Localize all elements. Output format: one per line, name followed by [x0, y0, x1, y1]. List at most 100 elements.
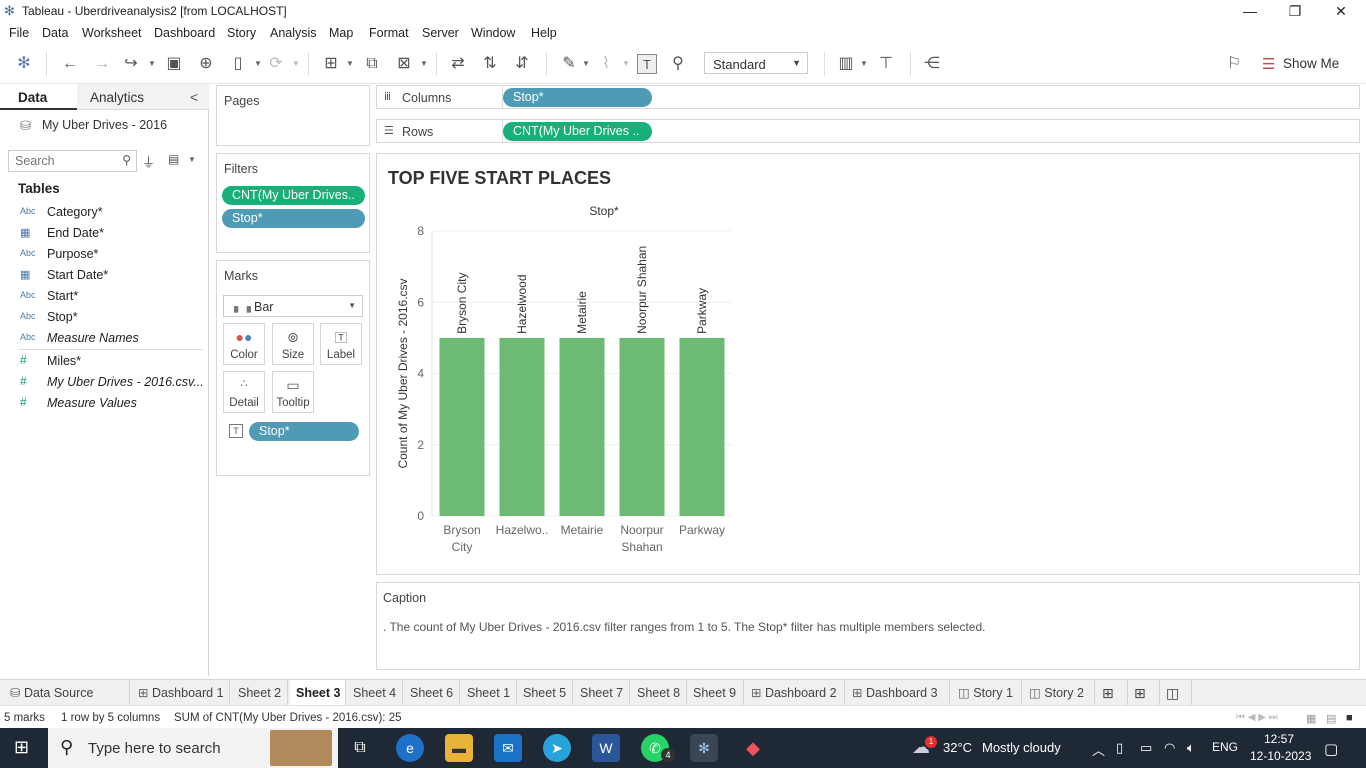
tab-sheet-5[interactable]: Sheet 5	[517, 680, 573, 706]
edge-icon[interactable]: e	[396, 734, 424, 762]
pin-icon[interactable]: ⚐	[1224, 54, 1244, 74]
redo-icon[interactable]: →	[92, 54, 112, 74]
group-members-icon[interactable]: ⌇	[596, 54, 616, 74]
tab-dashboard-1[interactable]: ⊞ Dashboard 1	[132, 680, 230, 706]
tooltip-button[interactable]: ▭ Tooltip	[272, 371, 314, 413]
tab-sheet-4[interactable]: Sheet 4	[347, 680, 403, 706]
menu-format[interactable]: Format	[369, 26, 409, 40]
field-end-date[interactable]: ▦ End Date*	[0, 223, 205, 243]
filter-pill-stop[interactable]: Stop*	[222, 209, 365, 228]
taskbar-search[interactable]: ⚲ Type here to search	[48, 728, 338, 768]
tab-story-1[interactable]: ◫ Story 1	[952, 680, 1022, 706]
windows-start-icon[interactable]: ⊞	[14, 737, 29, 758]
tabs-view-icon[interactable]: ■	[1346, 712, 1353, 724]
tab-story-2[interactable]: ◫ Story 2	[1023, 680, 1095, 706]
volume-icon[interactable]: 🔈︎	[1187, 740, 1195, 756]
language-indicator[interactable]: ENG	[1212, 740, 1238, 754]
field-purpose[interactable]: Abc Purpose*	[0, 244, 205, 264]
close-window-button[interactable]: ✕	[1318, 0, 1364, 22]
menu-analysis[interactable]: Analysis	[270, 26, 317, 40]
collapse-pane-icon[interactable]: <	[190, 89, 198, 105]
sort-ascending-icon[interactable]: ⇅	[480, 54, 500, 74]
fix-axes-icon[interactable]: ⚲	[668, 54, 688, 74]
menu-story[interactable]: Story	[227, 26, 256, 40]
menu-server[interactable]: Server	[422, 26, 459, 40]
tab-data[interactable]: Data	[0, 84, 77, 110]
show-cards-icon[interactable]: ▥	[836, 54, 856, 74]
new-story-tab-icon[interactable]: ◫	[1160, 680, 1192, 706]
chevron-down-icon[interactable]: ▼	[346, 59, 354, 68]
meet-now-icon[interactable]: ▯	[1116, 740, 1123, 756]
undo-icon[interactable]: ←	[60, 54, 80, 74]
chevron-down-icon[interactable]: ▼	[292, 59, 300, 68]
menu-dashboard[interactable]: Dashboard	[154, 26, 215, 40]
filmstrip-icon[interactable]: ▤	[1326, 712, 1336, 725]
tab-sheet-2[interactable]: Sheet 2	[232, 680, 288, 706]
rows-pill-count[interactable]: CNT(My Uber Drives ..	[503, 122, 652, 141]
tab-sheet-1[interactable]: Sheet 1	[461, 680, 517, 706]
new-datasource-icon[interactable]: ⊕	[196, 54, 216, 74]
fit-select[interactable]: Standard ▼	[704, 52, 808, 74]
tab-sheet-9[interactable]: Sheet 9	[687, 680, 744, 706]
refresh-icon[interactable]: ⟳	[266, 54, 286, 74]
clock-time[interactable]: 12:57	[1264, 732, 1294, 746]
weather-text[interactable]: Mostly cloudy	[982, 740, 1061, 755]
weather-temp[interactable]: 32°C	[943, 740, 972, 755]
pause-updates-icon[interactable]: ▯	[228, 54, 248, 74]
battery-icon[interactable]: ▭	[1140, 740, 1152, 756]
pages-card[interactable]: Pages	[216, 85, 370, 146]
chevron-down-icon[interactable]: ▼	[582, 59, 590, 68]
mark-type-select[interactable]: ▖▗ Bar ▼	[223, 295, 363, 317]
chevron-down-icon[interactable]: ▼	[622, 59, 630, 68]
columns-pill-stop[interactable]: Stop*	[503, 88, 652, 107]
menu-file[interactable]: File	[9, 26, 29, 40]
duplicate-sheet-icon[interactable]: ⧉	[362, 54, 382, 74]
share-icon[interactable]: ⋲	[922, 54, 942, 74]
field-start[interactable]: Abc Start*	[0, 286, 205, 306]
telegram-icon[interactable]: ➤	[543, 734, 571, 762]
tab-data-source[interactable]: ⛁ Data Source	[0, 680, 130, 706]
filter-pill-count[interactable]: CNT(My Uber Drives..	[222, 186, 365, 205]
wifi-icon[interactable]: ◠	[1164, 740, 1175, 756]
tab-sheet-3[interactable]: Sheet 3	[290, 680, 346, 706]
chevron-down-icon[interactable]: ▼	[420, 59, 428, 68]
menu-window[interactable]: Window	[471, 26, 515, 40]
tab-analytics[interactable]: Analytics <	[77, 84, 209, 110]
tableau-logo-icon[interactable]: ✻	[14, 54, 34, 74]
sheet-nav-icons[interactable]: ⏮ ◀ ▶ ⏭	[1236, 712, 1278, 723]
replay-icon[interactable]: ↪	[121, 54, 141, 74]
field-measure-names[interactable]: Abc Measure Names	[0, 328, 205, 348]
tab-sheet-6[interactable]: Sheet 6	[404, 680, 460, 706]
drop-app-icon[interactable]: ◆	[739, 734, 767, 762]
filter-icon[interactable]: ⏚	[142, 152, 155, 171]
tab-sheet-8[interactable]: Sheet 8	[631, 680, 687, 706]
marks-pill-stop[interactable]: Stop*	[249, 422, 359, 441]
menu-worksheet[interactable]: Worksheet	[82, 26, 142, 40]
datasource-name[interactable]: My Uber Drives - 2016	[42, 118, 167, 132]
mail-icon[interactable]: ✉	[494, 734, 522, 762]
presentation-mode-icon[interactable]: ⊤	[876, 54, 896, 74]
new-dashboard-tab-icon[interactable]: ⊞	[1128, 680, 1160, 706]
sheet-sorter-icon[interactable]: ▦	[1306, 712, 1316, 725]
field-category[interactable]: Abc Category*	[0, 202, 205, 222]
file-explorer-icon[interactable]: ▬	[445, 734, 473, 762]
field-start-date[interactable]: ▦ Start Date*	[0, 265, 205, 285]
tab-sheet-7[interactable]: Sheet 7	[574, 680, 630, 706]
field-record-count[interactable]: # My Uber Drives - 2016.csv...	[0, 372, 205, 392]
field-miles[interactable]: # Miles*	[0, 351, 205, 371]
color-button[interactable]: ●● Color	[223, 323, 265, 365]
search-input[interactable]	[15, 153, 115, 169]
detail-button[interactable]: ∴ Detail	[223, 371, 265, 413]
menu-map[interactable]: Map	[329, 26, 353, 40]
size-button[interactable]: ⊚ Size	[272, 323, 314, 365]
restore-button[interactable]: ❐	[1272, 0, 1318, 22]
show-mark-labels-icon[interactable]: T	[637, 54, 657, 74]
swap-rows-columns-icon[interactable]: ⇄	[448, 54, 468, 74]
show-me-button[interactable]: ☰ Show Me	[1262, 54, 1352, 74]
sort-descending-icon[interactable]: ⇵	[512, 54, 532, 74]
save-icon[interactable]: ▣	[164, 54, 184, 74]
chevron-down-icon[interactable]: ▼	[254, 59, 262, 68]
tray-chevron-up-icon[interactable]: ︿	[1092, 740, 1105, 759]
new-worksheet-tab-icon[interactable]: ⊞	[1096, 680, 1128, 706]
rows-shelf[interactable]: ☰ Rows CNT(My Uber Drives ..	[376, 119, 1360, 143]
